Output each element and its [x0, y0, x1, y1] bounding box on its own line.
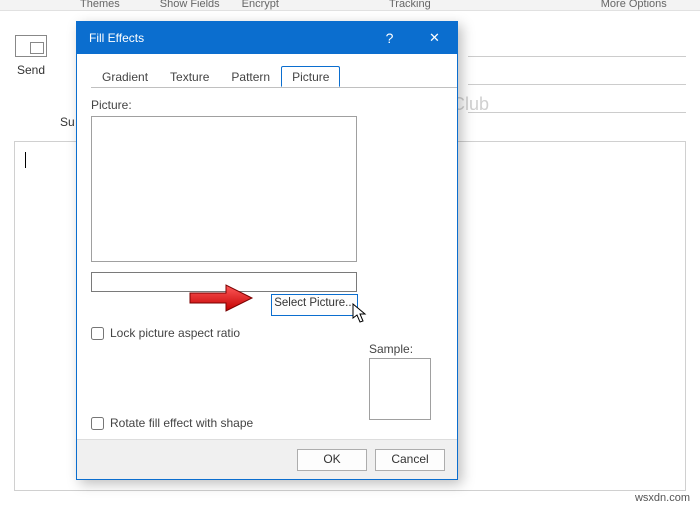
close-button[interactable]: ✕ [412, 22, 457, 54]
sample-label: Sample: [369, 342, 413, 356]
help-button[interactable]: ? [367, 22, 412, 54]
lock-aspect-label: Lock picture aspect ratio [110, 326, 240, 340]
lock-aspect-input[interactable] [91, 327, 104, 340]
subject-label: Su [60, 115, 75, 129]
ribbon-group-label: Encrypt [242, 0, 279, 8]
ribbon-group-label: More Options [601, 0, 667, 8]
rotate-fill-checkbox[interactable]: Rotate fill effect with shape [91, 416, 253, 430]
ribbon-group-label: Tracking [389, 0, 431, 8]
sample-preview [369, 358, 431, 420]
tab-picture[interactable]: Picture [281, 66, 340, 87]
header-fields [468, 29, 686, 113]
attribution: wsxdn.com [635, 492, 690, 504]
select-picture-button[interactable]: Select Picture... [271, 294, 358, 316]
rotate-fill-label: Rotate fill effect with shape [110, 416, 253, 430]
dialog-titlebar[interactable]: Fill Effects ? ✕ [77, 22, 457, 54]
picture-preview [91, 116, 357, 262]
tab-pattern[interactable]: Pattern [220, 66, 281, 87]
dialog-title: Fill Effects [89, 31, 144, 45]
dialog-button-row: OK Cancel [77, 439, 457, 479]
tab-gradient[interactable]: Gradient [91, 66, 159, 87]
dialog-body: Picture: Select Picture... Lock picture … [77, 88, 457, 439]
dialog-tabs: Gradient Texture Pattern Picture [91, 66, 457, 88]
ribbon-group-label: Show Fields [160, 0, 220, 8]
picture-name-input[interactable] [91, 272, 357, 292]
ribbon-groups: Themes Show Fields Encrypt Tracking More… [0, 0, 700, 11]
text-cursor [25, 152, 26, 168]
send-icon [15, 35, 47, 57]
rotate-fill-input[interactable] [91, 417, 104, 430]
lock-aspect-checkbox[interactable]: Lock picture aspect ratio [91, 326, 240, 340]
send-button[interactable]: Send [10, 35, 52, 77]
send-label: Send [10, 63, 52, 77]
picture-label: Picture: [91, 98, 443, 112]
fill-effects-dialog: Fill Effects ? ✕ Gradient Texture Patter… [76, 21, 458, 480]
ok-button[interactable]: OK [297, 449, 367, 471]
cancel-button[interactable]: Cancel [375, 449, 445, 471]
tab-texture[interactable]: Texture [159, 66, 220, 87]
ribbon-group-label: Themes [80, 0, 120, 8]
